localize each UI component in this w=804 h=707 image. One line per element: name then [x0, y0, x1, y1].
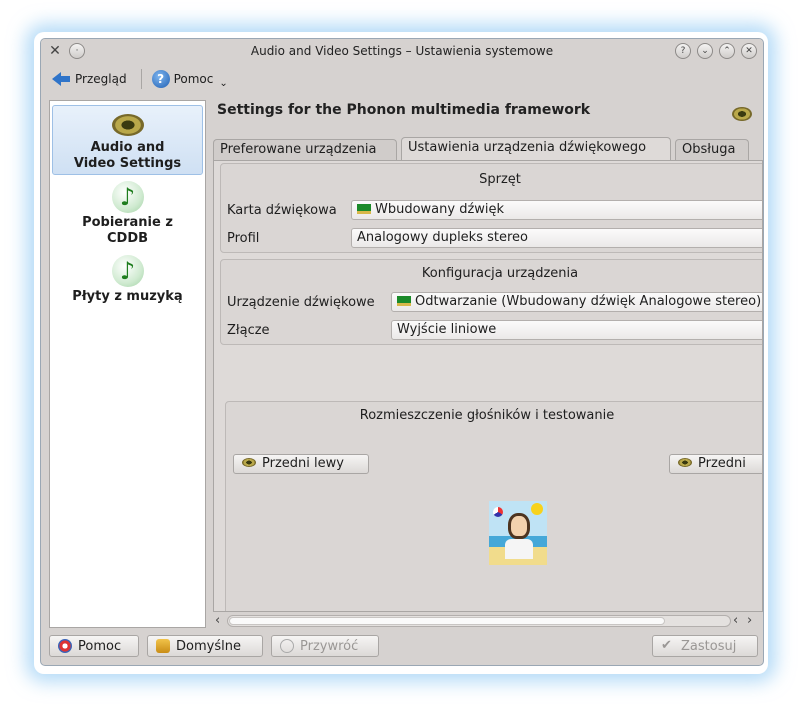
tab-audio-device-settings[interactable]: Ustawienia urządzenia dźwiękowego: [401, 137, 671, 162]
tab-panel: Sprzęt Karta dźwiękowa Wbudowany dźwięk …: [213, 160, 763, 612]
window-title: Audio and Video Settings – Ustawienia sy…: [250, 44, 554, 58]
sidebar-item-label: Video Settings: [73, 156, 182, 171]
front-right-button[interactable]: Przedni: [669, 454, 762, 474]
sidebar-item-label: Płyty z muzyką: [72, 289, 183, 304]
settings-window: ✕ · Audio and Video Settings – Ustawieni…: [40, 38, 764, 666]
device-config-group: Konfiguracja urządzenia Urządzenie dźwię…: [220, 259, 762, 345]
module-sidebar: Audio and Video Settings ♪ Pobieranie z …: [49, 100, 206, 628]
sound-card-icon: [397, 296, 411, 306]
tab-preferred-devices[interactable]: Preferowane urządzenia: [213, 139, 397, 161]
connector-label: Złącze: [227, 323, 270, 338]
beach-ball-icon: [493, 507, 503, 517]
overview-button[interactable]: Przegląd: [47, 69, 131, 89]
avatar-body: [505, 539, 533, 559]
tab-backend[interactable]: Obsługa: [675, 139, 749, 161]
minimize-button[interactable]: ⌄: [697, 43, 713, 59]
horizontal-scrollbar[interactable]: ‹ ‹ ›: [213, 613, 763, 629]
help-menu-button[interactable]: ? Pomoc ⌄: [148, 68, 232, 91]
apply-button[interactable]: ✔ Zastosuj: [652, 635, 758, 657]
speaker-icon: [678, 458, 692, 467]
music-note-icon: ♪: [111, 255, 144, 287]
chevron-down-icon: ⌄: [219, 77, 228, 89]
sound-card-label: Karta dźwiękowa: [227, 203, 337, 218]
front-right-label: Przedni: [698, 456, 746, 471]
sidebar-item-audio-video[interactable]: Audio and Video Settings: [52, 105, 203, 175]
scroll-left-icon[interactable]: ‹: [215, 613, 220, 628]
sidebar-item-label: CDDB: [106, 231, 149, 246]
maximize-button[interactable]: ⌃: [719, 43, 735, 59]
scroll-left-icon[interactable]: ‹: [733, 613, 738, 628]
hardware-title: Sprzęt: [479, 172, 521, 187]
help-title-button[interactable]: ?: [675, 43, 691, 59]
help-button-label: Pomoc: [78, 638, 122, 654]
hardware-group: Sprzęt Karta dźwiękowa Wbudowany dźwięk …: [220, 163, 762, 253]
sidebar-item-label: Pobieranie z: [82, 215, 173, 230]
help-button[interactable]: Pomoc: [49, 635, 139, 657]
defaults-button-label: Domyślne: [176, 638, 241, 654]
toolbar: Przegląd ? Pomoc ⌄: [41, 63, 763, 95]
music-note-icon: ♪: [111, 181, 144, 213]
defaults-button[interactable]: Domyślne: [147, 635, 263, 657]
profile-label: Profil: [227, 231, 260, 246]
scroll-right-icon[interactable]: ›: [747, 613, 752, 628]
device-select[interactable]: Odtwarzanie (Wbudowany dźwięk Analogowe …: [391, 292, 762, 312]
sound-card-value: Wbudowany dźwięk: [375, 202, 505, 217]
sound-card-select[interactable]: Wbudowany dźwięk: [351, 200, 762, 220]
device-config-title: Konfiguracja urządzenia: [421, 266, 579, 281]
avatar-face: [508, 513, 530, 539]
speaker-icon: [242, 458, 256, 467]
help-icon: ?: [151, 70, 170, 88]
speaker-test-title: Rozmieszczenie głośników i testowanie: [359, 408, 615, 423]
sidebar-item-audio-cd[interactable]: ♪ Płyty z muzyką: [52, 255, 203, 307]
reset-icon: [280, 639, 294, 653]
sidebar-item-cddb[interactable]: ♪ Pobieranie z CDDB: [52, 181, 203, 249]
sidebar-item-label: Audio and: [90, 140, 165, 155]
page-title: Settings for the Phonon multimedia frame…: [217, 102, 591, 118]
apply-button-label: Zastosuj: [681, 638, 737, 654]
front-left-button[interactable]: Przedni lewy: [233, 454, 369, 474]
toolbar-separator: [140, 69, 142, 89]
reset-button-label: Przywróć: [300, 638, 359, 654]
help-label: Pomoc: [173, 72, 214, 86]
connector-select[interactable]: Wyjście liniowe: [391, 320, 762, 340]
checkmark-icon: ✔: [661, 638, 672, 653]
scroll-thumb[interactable]: [229, 617, 665, 625]
device-label: Urządzenie dźwiękowe: [227, 295, 375, 310]
scroll-track[interactable]: [227, 615, 731, 627]
defaults-icon: [156, 639, 170, 653]
close-button[interactable]: ✕: [741, 43, 757, 59]
help-icon: [58, 639, 72, 653]
profile-select[interactable]: Analogowy dupleks stereo: [351, 228, 762, 248]
sun-icon: [531, 503, 543, 515]
speaker-icon: [732, 107, 752, 121]
overview-label: Przegląd: [75, 72, 127, 86]
reset-button[interactable]: Przywróć: [271, 635, 379, 657]
sound-card-icon: [357, 204, 371, 214]
back-arrow-icon: [51, 71, 71, 87]
speaker-icon: [111, 114, 144, 136]
device-value: Odtwarzanie (Wbudowany dźwięk Analogowe …: [415, 294, 762, 309]
front-left-label: Przedni lewy: [262, 456, 344, 471]
user-avatar: [489, 501, 547, 565]
title-bar[interactable]: ✕ · Audio and Video Settings – Ustawieni…: [41, 39, 763, 63]
